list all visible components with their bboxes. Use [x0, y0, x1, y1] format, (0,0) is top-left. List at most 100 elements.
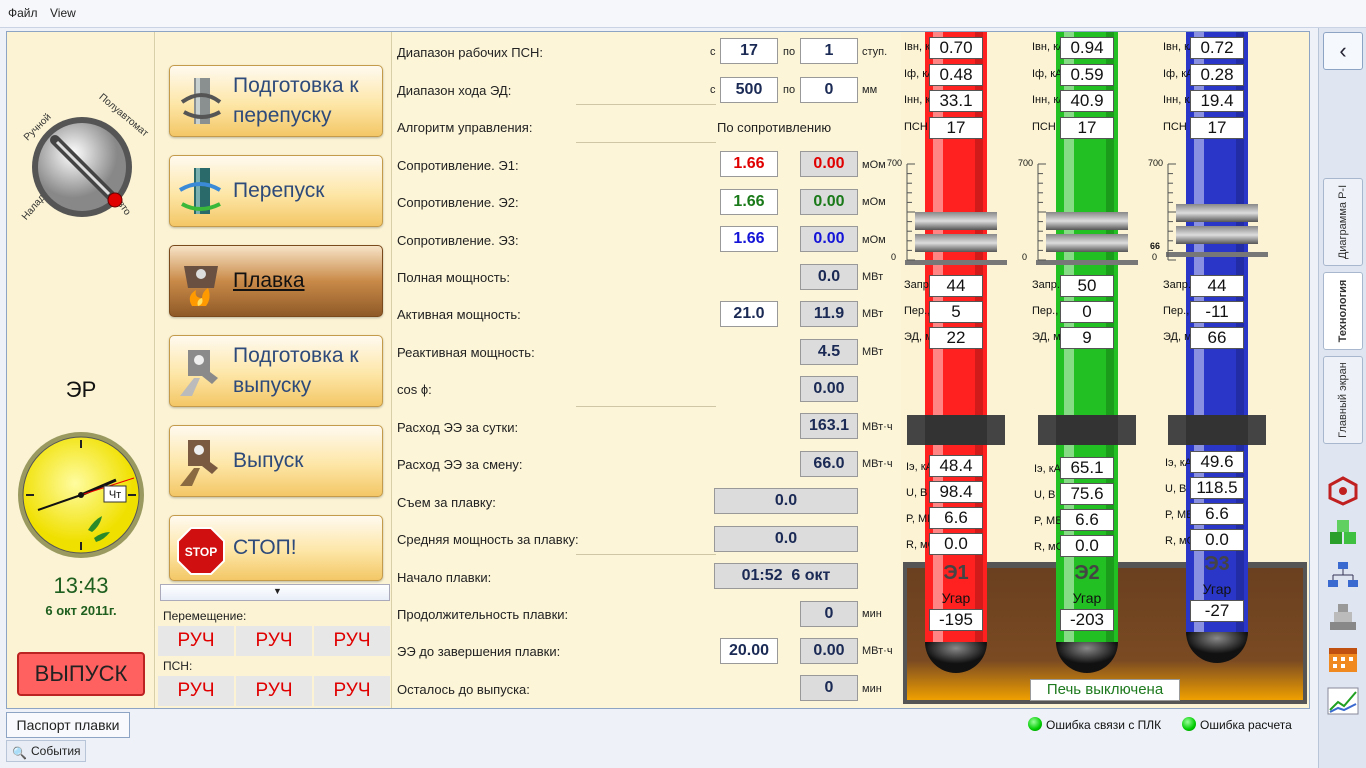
energy-left-label: ЭЭ до завершения плавки: [397, 644, 561, 659]
chart-icon[interactable] [1326, 686, 1360, 716]
op-melting-button[interactable]: Плавка [169, 245, 383, 317]
unit-label: МВт [862, 271, 884, 283]
full-power-value: 0.0 [800, 264, 858, 290]
calendar-icon[interactable] [1326, 644, 1360, 674]
r1-setpoint[interactable]: 1.66 [720, 151, 778, 177]
menu-file[interactable]: Файл [8, 6, 38, 20]
active-power-label: Активная мощность: [397, 307, 521, 322]
r1-label: Сопротивление. Э1: [397, 158, 519, 173]
e2-name: Э2 [1074, 562, 1100, 584]
tapping-prep-icon [180, 350, 218, 396]
psn-range-to[interactable]: 1 [800, 38, 858, 64]
op-label: Выпуск [233, 449, 304, 472]
unit-label: мОм [862, 159, 886, 171]
plc-error-label: Ошибка связи с ПЛК [1046, 718, 1162, 732]
movement-mode-2: РУЧ [236, 626, 312, 656]
tab-pi-diagram[interactable]: Диаграмма P-I [1323, 178, 1363, 266]
e3-ugar-value: -27 [1190, 600, 1244, 622]
time-left-label: Осталось до выпуска: [397, 682, 530, 697]
label-if: Iф, кА [1032, 68, 1063, 80]
analog-clock: Чт [18, 432, 144, 558]
r2-label: Сопротивление. Э2: [397, 195, 519, 210]
calc-error-label: Ошибка расчета [1200, 718, 1292, 732]
e2-p-value: 6.6 [1060, 509, 1114, 531]
op-slip-button[interactable]: Перепуск [169, 155, 383, 227]
op-tapping-prep-button[interactable]: Подготовка к выпуску [169, 335, 383, 407]
plc-error-led-icon [1028, 717, 1042, 731]
mode-switch-knob[interactable] [27, 112, 137, 222]
unit-label: мин [862, 608, 882, 620]
label-u: U, В [1034, 489, 1056, 501]
molecule-icon[interactable] [1326, 476, 1360, 506]
menu-view[interactable]: View [50, 6, 76, 20]
e2-ivn-value: 0.94 [1060, 37, 1114, 59]
label-psn: ПСН [1163, 121, 1187, 133]
yield-label: Съем за плавку: [397, 495, 496, 510]
operations-dropdown[interactable]: ▼ [160, 584, 390, 601]
r3-label: Сопротивление. Э3: [397, 233, 519, 248]
ed-range-to[interactable]: 0 [800, 77, 858, 103]
melting-icon [184, 266, 218, 306]
r3-setpoint[interactable]: 1.66 [720, 226, 778, 252]
energy-day-label: Расход ЭЭ за сутки: [397, 420, 519, 435]
unit-label: мОм [862, 234, 886, 246]
e3-u-value: 118.5 [1190, 477, 1244, 499]
op-label: Подготовка к перепуску [233, 74, 359, 127]
scales-icon[interactable] [1326, 602, 1360, 632]
events-tab[interactable]: 🔍 События [6, 740, 86, 762]
e1-name: Э1 [943, 562, 969, 584]
e2-ugar-value: -203 [1060, 609, 1114, 631]
hierarchy-icon[interactable] [1326, 560, 1360, 590]
unit-label: МВт·ч [862, 421, 893, 433]
psn-range-label: Диапазон рабочих ПСН: [397, 45, 543, 60]
algorithm-value[interactable]: По сопротивлению [717, 120, 831, 135]
energy-left-setpoint[interactable]: 20.00 [720, 638, 778, 664]
psn-label: ПСН: [163, 659, 193, 673]
tab-main-screen[interactable]: Главный экран [1323, 356, 1363, 444]
e3-if-value: 0.28 [1190, 64, 1244, 86]
e3-name: Э3 [1204, 553, 1230, 575]
tab-label: Главный экран [1337, 362, 1349, 438]
algorithm-label: Алгоритм управления: [397, 120, 533, 135]
tab-technology[interactable]: Технология [1323, 272, 1363, 350]
e2-zapr-value: 50 [1060, 275, 1114, 297]
operations-panel: Подготовка к перепуску Перепуск Плавка П… [156, 32, 392, 708]
svg-text:STOP: STOP [185, 545, 217, 559]
psn-mode-3: РУЧ [314, 676, 390, 706]
e3-per-value: -11 [1190, 301, 1244, 323]
to-label: по [783, 46, 796, 58]
active-power-value: 11.9 [800, 301, 858, 327]
er-label: ЭР [65, 377, 97, 402]
unit-label: МВт [862, 346, 884, 358]
unit-label: МВт·ч [862, 645, 893, 657]
r2-setpoint[interactable]: 1.66 [720, 189, 778, 215]
melt-passport-button[interactable]: Паспорт плавки [6, 712, 130, 738]
op-slip-prep-button[interactable]: Подготовка к перепуску [169, 65, 383, 137]
psn-mode-2: РУЧ [236, 676, 312, 706]
movement-label: Перемещение: [163, 609, 247, 623]
ugar-label: Угар [1202, 581, 1232, 597]
r3-actual: 0.00 [800, 226, 858, 252]
psn-range-from[interactable]: 17 [720, 38, 778, 64]
op-label: Перепуск [233, 179, 325, 202]
e2-ie-value: 65.1 [1060, 457, 1114, 479]
ed-range-from[interactable]: 500 [720, 77, 778, 103]
op-tapping-button[interactable]: Выпуск [169, 425, 383, 497]
duration-label: Продолжительность плавки: [397, 607, 569, 622]
e3-psn-value: 17 [1190, 117, 1244, 139]
melt-start-value: 01:52 6 окт [714, 563, 858, 589]
scale-bottom-label: 0 [891, 252, 897, 262]
op-stop-button[interactable]: STOP СТОП! [169, 515, 383, 581]
r1-actual: 0.00 [800, 151, 858, 177]
collapse-chevron-icon[interactable]: ‹ [1323, 32, 1363, 70]
active-power-setpoint[interactable]: 21.0 [720, 301, 778, 327]
e3-ed-value: 66 [1190, 327, 1244, 349]
cubes-icon[interactable] [1326, 518, 1360, 548]
events-label: События [31, 744, 81, 758]
release-button[interactable]: ВЫПУСК [17, 652, 145, 696]
calc-error-led-icon [1182, 717, 1196, 731]
e1-ie-value: 48.4 [929, 455, 983, 477]
e2-ed-value: 9 [1060, 327, 1114, 349]
scale-marker-label: 66 [1150, 241, 1161, 251]
e1-if-value: 0.48 [929, 64, 983, 86]
